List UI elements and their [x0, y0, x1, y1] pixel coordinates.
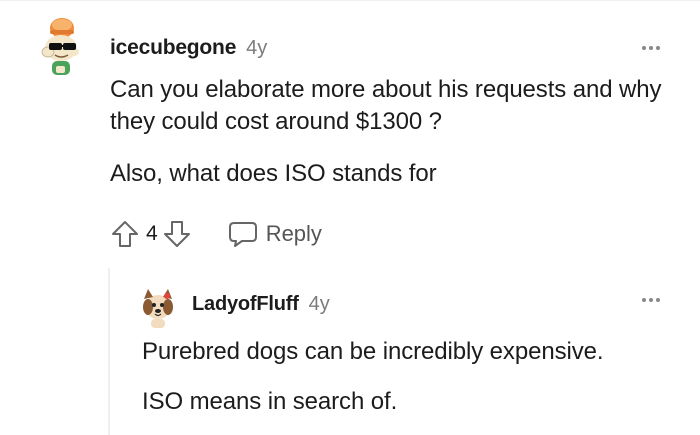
reply-paragraph: ISO means in search of.	[142, 388, 398, 415]
more-options-icon[interactable]	[642, 46, 660, 50]
reply-age[interactable]: 4y	[309, 293, 330, 316]
reply-paragraph: Purebred dogs can be incredibly expensiv…	[142, 338, 604, 365]
comment-paragraph: Can you elaborate more about his request…	[110, 76, 662, 135]
snoo-avatar-dog-icon	[143, 289, 173, 328]
user-avatar[interactable]	[37, 16, 87, 78]
more-options-icon[interactable]	[642, 298, 660, 302]
downvote-button[interactable]	[160, 217, 194, 251]
comment-meta: icecubegone 4y	[110, 36, 267, 60]
user-avatar[interactable]	[140, 287, 176, 329]
arrow-down-icon	[163, 221, 190, 247]
reply-button[interactable]: Reply	[228, 220, 322, 248]
comment-age[interactable]: 4y	[246, 37, 267, 60]
thread-line[interactable]	[108, 268, 110, 435]
comment-paragraph: Also, what does ISO stands for	[110, 160, 437, 187]
speech-bubble-icon	[228, 222, 257, 247]
reply-label: Reply	[265, 221, 322, 246]
comment-username[interactable]: icecubegone	[110, 36, 236, 60]
snoo-avatar-sunglasses-icon	[41, 18, 79, 75]
top-divider	[0, 0, 700, 1]
reply-username[interactable]: LadyofFluff	[192, 293, 299, 316]
vote-score: 4	[146, 222, 158, 245]
reply-meta: LadyofFluff 4y	[192, 293, 330, 316]
upvote-button[interactable]	[108, 217, 142, 251]
arrow-up-icon	[112, 221, 138, 247]
comment-actions: 4 Reply	[108, 214, 322, 254]
